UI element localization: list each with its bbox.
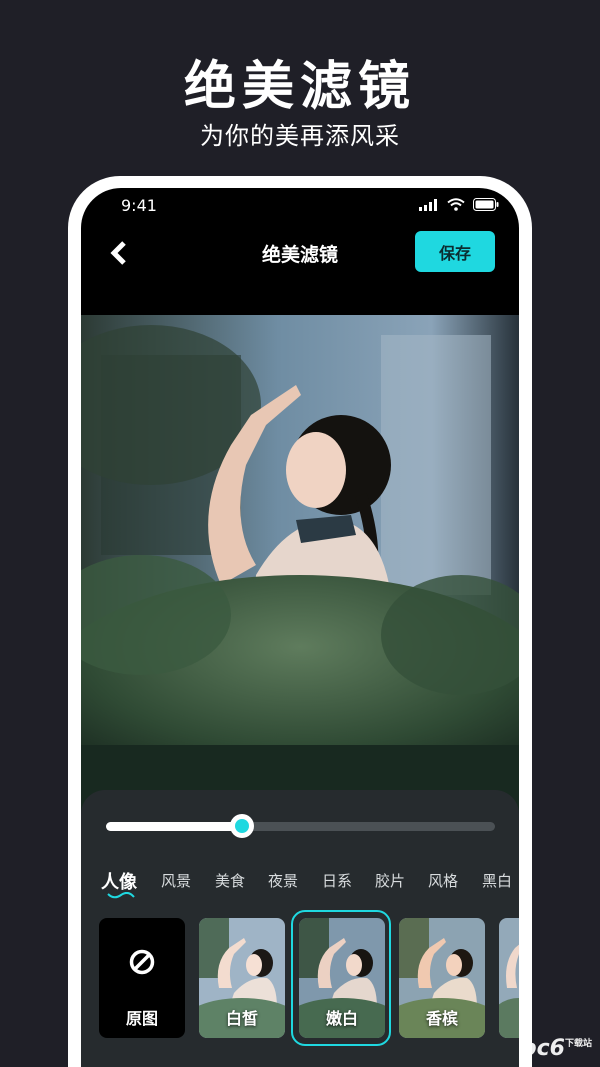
phone-screen: 9:41 绝美滤镜 保存 人像 风景 美食 夜景 日系 胶片 风格 黑白 原图 … [81, 188, 519, 1067]
chevron-left-icon [110, 241, 126, 265]
tab-film[interactable]: 胶片 [375, 870, 405, 891]
filter-label: 白皙 [225, 1009, 258, 1028]
tab-landscape[interactable]: 风景 [161, 870, 191, 891]
tab-black-white[interactable]: 黑白 [482, 870, 512, 891]
status-time: 9:41 [121, 196, 157, 215]
watermark-sub: 下载站 [564, 1039, 592, 1049]
status-bar: 9:41 [81, 188, 519, 224]
filter-next-partial[interactable] [499, 918, 519, 1038]
tab-portrait[interactable]: 人像 [101, 868, 137, 894]
filter-thumbnails: 原图 白皙 嫩白 香槟 [81, 910, 519, 1046]
tab-style[interactable]: 风格 [428, 870, 458, 891]
filter-label: 香槟 [425, 1009, 458, 1028]
filter-original[interactable]: 原图 [99, 918, 185, 1038]
main-photo [81, 315, 519, 815]
battery-icon [473, 198, 499, 211]
hero-title: 绝美滤镜 [183, 57, 416, 117]
back-button[interactable] [105, 238, 135, 268]
filter-label: 嫩白 [325, 1009, 358, 1028]
tab-active-indicator [107, 892, 135, 899]
no-filter-icon [129, 949, 155, 975]
tab-food[interactable]: 美食 [215, 870, 245, 891]
filter-preview [499, 918, 519, 1038]
category-tabs: 人像 风景 美食 夜景 日系 胶片 风格 黑白 [81, 868, 519, 908]
watermark-text: pc6 [520, 1036, 565, 1061]
hero-subtitle: 为你的美再添风采 [200, 122, 400, 150]
wifi-icon [447, 198, 465, 211]
filter-panel: 人像 风景 美食 夜景 日系 胶片 风格 黑白 原图 白皙 嫩白 香槟 [81, 790, 519, 1067]
filter-tender-white[interactable]: 嫩白 [299, 918, 385, 1038]
intensity-slider[interactable] [106, 814, 495, 838]
filter-label: 原图 [125, 1009, 158, 1028]
slider-fill [106, 822, 243, 831]
slider-thumb[interactable] [230, 814, 255, 838]
nav-bar: 绝美滤镜 保存 [81, 228, 519, 280]
filter-fair[interactable]: 白皙 [199, 918, 285, 1038]
watermark-logo: pc6下载站 [521, 1036, 592, 1061]
signal-icon [419, 198, 437, 211]
save-button[interactable]: 保存 [415, 231, 495, 272]
status-icons [419, 198, 499, 211]
tab-japanese[interactable]: 日系 [322, 870, 352, 891]
filter-champagne[interactable]: 香槟 [399, 918, 485, 1038]
portrait-photo [81, 315, 519, 815]
tab-night[interactable]: 夜景 [268, 870, 298, 891]
